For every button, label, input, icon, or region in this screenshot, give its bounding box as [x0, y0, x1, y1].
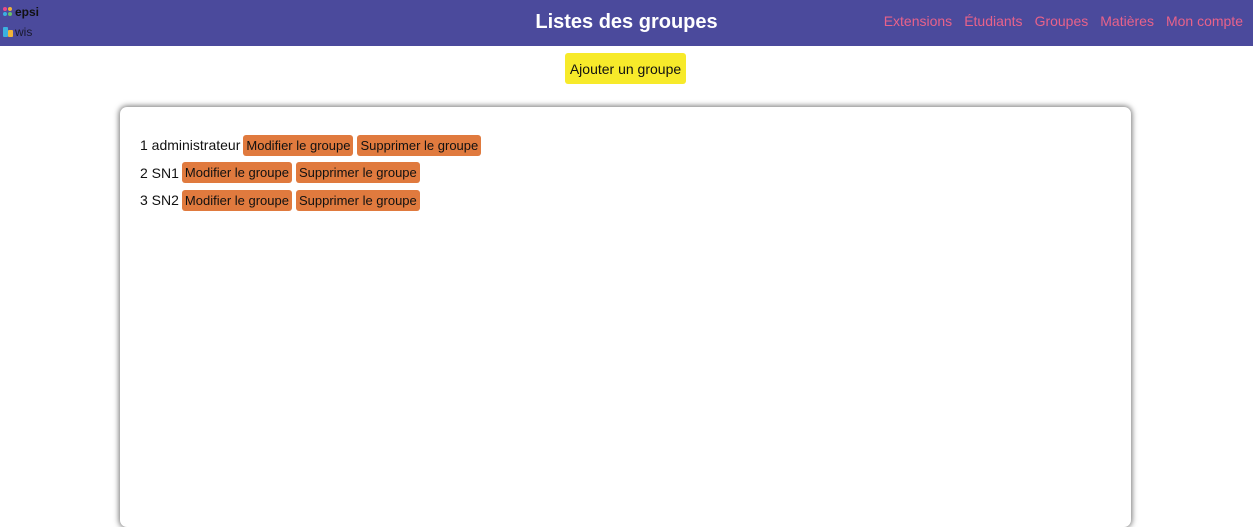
group-row: 1 administrateur Modifier le groupe Supp…: [140, 134, 485, 156]
delete-group-button[interactable]: Supprimer le groupe: [295, 162, 420, 183]
groups-panel: 1 administrateur Modifier le groupe Supp…: [120, 107, 1131, 527]
nav-etudiants[interactable]: Étudiants: [964, 13, 1022, 29]
edit-group-button[interactable]: Modifier le groupe: [181, 189, 292, 211]
add-group-button[interactable]: Ajouter un groupe: [565, 53, 686, 84]
group-label: 3 SN2: [140, 192, 179, 208]
edit-group-button[interactable]: Modifier le groupe: [243, 134, 354, 156]
group-row: 3 SN2 Modifier le groupe Supprimer le gr…: [140, 189, 485, 211]
delete-group-button[interactable]: Supprimer le groupe: [357, 134, 482, 156]
nav-matieres[interactable]: Matières: [1100, 13, 1154, 29]
group-row: 2 SN1 Modifier le groupe Supprimer le gr…: [140, 162, 485, 184]
group-list: 1 administrateur Modifier le groupe Supp…: [140, 134, 485, 217]
delete-group-button[interactable]: Supprimer le groupe: [295, 189, 420, 211]
main-nav: Extensions Étudiants Groupes Matières Mo…: [884, 13, 1243, 29]
nav-extensions[interactable]: Extensions: [884, 13, 952, 29]
top-header: epsi wis Listes des groupes Extensions É…: [0, 0, 1253, 46]
nav-groupes[interactable]: Groupes: [1035, 13, 1089, 29]
group-label: 1 administrateur: [140, 137, 241, 153]
nav-mon-compte[interactable]: Mon compte: [1166, 13, 1243, 29]
group-label: 2 SN1: [140, 164, 179, 181]
edit-group-button[interactable]: Modifier le groupe: [181, 162, 292, 183]
